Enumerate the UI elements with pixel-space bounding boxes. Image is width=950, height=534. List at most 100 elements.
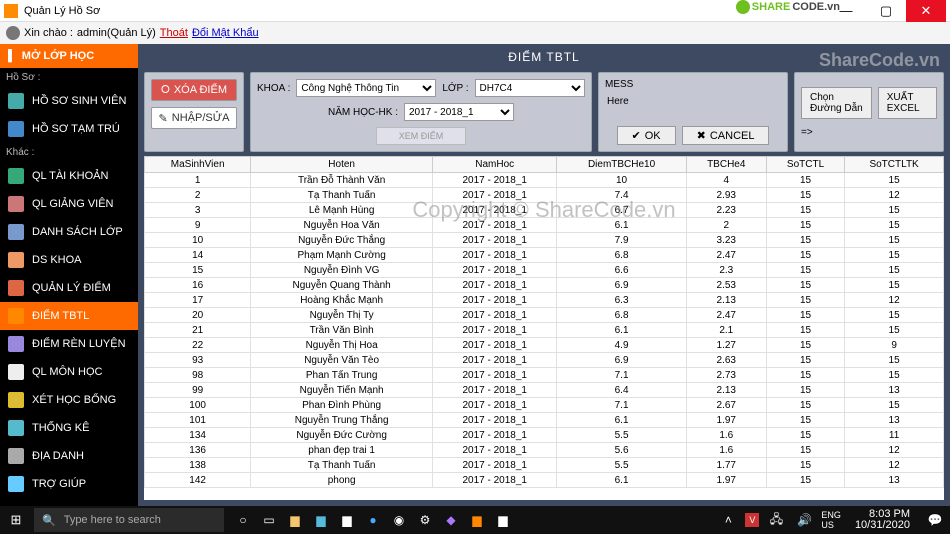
clock[interactable]: 8:03 PM 10/31/2020 [847,509,918,531]
sidebar-item[interactable]: QL MÔN HỌC [0,358,138,386]
app-icon [4,4,18,18]
app-icon-2[interactable]: ▆ [466,509,488,531]
table-row[interactable]: 9Nguyễn Hoa Văn2017 - 2018_16.121515 [145,218,944,233]
table-row[interactable]: 136phan đẹp trai 12017 - 2018_15.61.6151… [145,443,944,458]
view-score-button[interactable]: XEM ĐIỂM [376,127,466,145]
sound-icon[interactable]: 🔊 [793,509,815,531]
vs-icon[interactable]: ◆ [440,509,462,531]
cell: 3.23 [686,233,766,248]
table-row[interactable]: 100Phan Đình Phùng2017 - 2018_17.12.6715… [145,398,944,413]
open-class-icon: ▌ [8,50,16,62]
cell: 15 [766,173,844,188]
table-row[interactable]: 101Nguyễn Trung Thắng2017 - 2018_16.11.9… [145,413,944,428]
cell: 2017 - 2018_1 [432,188,557,203]
settings-icon[interactable]: ⚙ [414,509,436,531]
table-row[interactable]: 16Nguyễn Quang Thành2017 - 2018_16.92.53… [145,278,944,293]
change-password-link[interactable]: Đổi Mật Khẩu [192,27,259,39]
sidebar-item[interactable]: ĐIỂM TBTL [0,302,138,330]
table-row[interactable]: 10Nguyễn Đức Thắng2017 - 2018_17.93.2315… [145,233,944,248]
cell: 15 [845,368,944,383]
table-row[interactable]: 20Nguyễn Thị Ty2017 - 2018_16.82.471515 [145,308,944,323]
col-header[interactable]: MaSinhVien [145,157,251,173]
cell: 15 [766,308,844,323]
sidebar-item[interactable]: QL TÀI KHOẢN [0,162,138,190]
namhoc-select[interactable]: 2017 - 2018_1 [404,103,514,121]
table-row[interactable]: 22Nguyễn Thị Hoa2017 - 2018_14.91.27159 [145,338,944,353]
table-row[interactable]: 17Hoàng Khắc Mạnh2017 - 2018_16.32.13151… [145,293,944,308]
sidebar-item-label: ĐIỂM RÈN LUYỆN [32,338,126,350]
chrome-icon[interactable]: ◉ [388,509,410,531]
wifi-icon[interactable]: 🖧 [765,509,787,531]
close-button[interactable]: ✕ [906,0,946,22]
search-placeholder: Type here to search [64,514,161,526]
cancel-button[interactable]: ✖CANCEL [682,126,770,145]
cell: Phan Tấn Trung [251,368,433,383]
table-row[interactable]: 93Nguyễn Văn Tèo2017 - 2018_16.92.631515 [145,353,944,368]
taskbar-search[interactable]: 🔍 Type here to search [34,508,224,532]
col-header[interactable]: SoTCTLTK [845,157,944,173]
app-icon-3[interactable]: ▆ [492,509,514,531]
table-row[interactable]: 2Tạ Thanh Tuấn2017 - 2018_17.42.931512 [145,188,944,203]
sidebar-item[interactable]: DS KHOA [0,246,138,274]
sidebar-item[interactable]: DANH SÁCH LỚP [0,218,138,246]
cell: 15 [845,263,944,278]
sidebar-item[interactable]: ĐIỂM RÈN LUYỆN [0,330,138,358]
table-row[interactable]: 21Trần Văn Bình2017 - 2018_16.12.11515 [145,323,944,338]
sidebar-item[interactable]: XÉT HỌC BỔNG [0,386,138,414]
choose-path-button[interactable]: Chọn Đường Dẫn [801,87,872,119]
sidebar-item[interactable]: HỒ SƠ TẠM TRÚ [0,115,138,143]
maximize-button[interactable]: ▢ [866,0,906,22]
cell: 98 [145,368,251,383]
cell: 5.5 [557,458,686,473]
cell: 6.1 [557,413,686,428]
cell: 2.53 [686,278,766,293]
cell: 15 [766,368,844,383]
lop-select[interactable]: DH7C4 [475,79,585,97]
col-header[interactable]: NamHoc [432,157,557,173]
cell: 2017 - 2018_1 [432,473,557,488]
store-icon[interactable]: ▆ [310,509,332,531]
logout-link[interactable]: Thoát [160,27,188,39]
ok-button[interactable]: ✔OK [617,126,676,145]
start-button[interactable]: ⊞ [0,506,32,534]
notifications-icon[interactable]: 💬 [924,509,946,531]
explorer-icon[interactable]: ▆ [284,509,306,531]
khoa-select[interactable]: Công Nghệ Thông Tin [296,79,436,97]
cell: 2.1 [686,323,766,338]
taskview-icon[interactable]: ▭ [258,509,280,531]
sidebar-item[interactable]: THỐNG KÊ [0,414,138,442]
sidebar-group2-label: Khác : [0,143,138,162]
sidebar-item[interactable]: TRỢ GIÚP [0,470,138,498]
cell: 7.1 [557,368,686,383]
sidebar-item[interactable]: QL GIẢNG VIÊN [0,190,138,218]
table-row[interactable]: 15Nguyễn Đình VG2017 - 2018_16.62.31515 [145,263,944,278]
col-header[interactable]: SoTCTL [766,157,844,173]
tray-v-icon[interactable]: V [745,513,759,527]
col-header[interactable]: DiemTBCHe10 [557,157,686,173]
table-row[interactable]: 14Phạm Mạnh Cường2017 - 2018_16.82.47151… [145,248,944,263]
tray-up-icon[interactable]: ˄ [717,509,739,531]
col-header[interactable]: TBCHe4 [686,157,766,173]
cell: 16 [145,278,251,293]
table-row[interactable]: 134Nguyễn Đức Cường2017 - 2018_15.51.615… [145,428,944,443]
col-header[interactable]: Hoten [251,157,433,173]
table-row[interactable]: 1Trần Đỗ Thành Văn2017 - 2018_11041515 [145,173,944,188]
sidebar-icon [8,336,24,352]
edge-icon[interactable]: ● [362,509,384,531]
delete-score-button[interactable]: ⭘ XÓA ĐIỂM [151,79,237,101]
sidebar-item[interactable]: ĐỊA DANH [0,442,138,470]
table-row[interactable]: 142phong2017 - 2018_16.11.971513 [145,473,944,488]
cortana-icon[interactable]: ○ [232,509,254,531]
input-edit-button[interactable]: ✎ NHẬP/SỬA [151,107,237,129]
app-icon-1[interactable]: ▆ [336,509,358,531]
score-table-wrap[interactable]: MaSinhVienHotenNamHocDiemTBCHe10TBCHe4So… [144,156,944,500]
table-row[interactable]: 3Lê Mạnh Hùng2017 - 2018_16.72.231515 [145,203,944,218]
table-row[interactable]: 99Nguyễn Tiến Mạnh2017 - 2018_16.42.1315… [145,383,944,398]
table-row[interactable]: 98Phan Tấn Trung2017 - 2018_17.12.731515 [145,368,944,383]
sidebar-item[interactable]: HỒ SƠ SINH VIÊN [0,87,138,115]
lang-indicator[interactable]: ENG US [821,510,841,530]
table-row[interactable]: 138Tạ Thanh Tuấn2017 - 2018_15.51.771512 [145,458,944,473]
sidebar-header[interactable]: ▌ MỞ LỚP HỌC [0,44,138,68]
sidebar-item[interactable]: QUẢN LÝ ĐIỂM [0,274,138,302]
export-excel-button[interactable]: XUẤT EXCEL [878,87,937,119]
